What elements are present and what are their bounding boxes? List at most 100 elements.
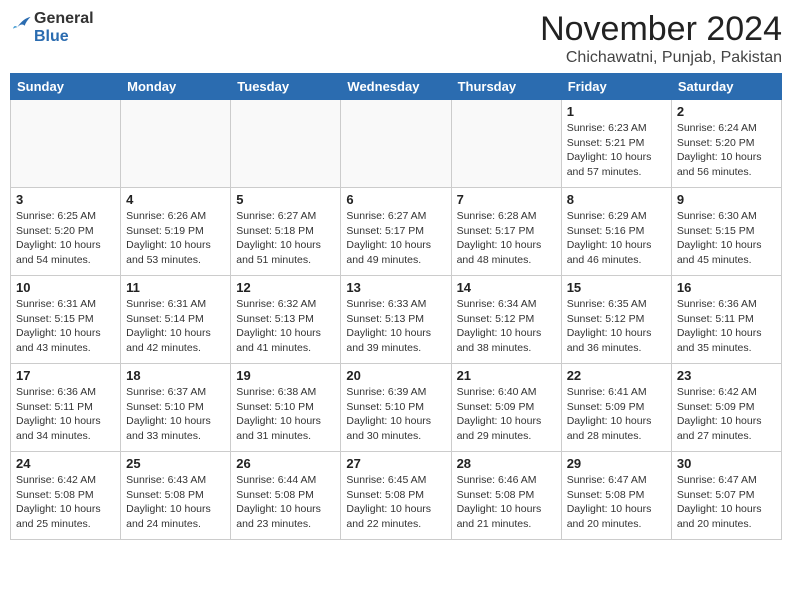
day-number: 12 [236,280,335,295]
week-row-1: 1 Sunrise: 6:23 AMSunset: 5:21 PMDaylight… [11,100,782,188]
day-info: Sunrise: 6:36 AMSunset: 5:11 PMDaylight:… [677,297,776,356]
day-info: Sunrise: 6:33 AMSunset: 5:13 PMDaylight:… [346,297,445,356]
day-info: Sunrise: 6:42 AMSunset: 5:08 PMDaylight:… [16,473,115,532]
calendar-cell: 14Sunrise: 6:34 AMSunset: 5:12 PMDayligh… [451,276,561,364]
day-number: 21 [457,368,556,383]
day-info: Sunrise: 6:35 AMSunset: 5:12 PMDaylight:… [567,297,666,356]
day-info: Sunrise: 6:31 AMSunset: 5:15 PMDaylight:… [16,297,115,356]
calendar-cell [121,100,231,188]
day-info: Sunrise: 6:45 AMSunset: 5:08 PMDaylight:… [346,473,445,532]
calendar-cell: 16 Sunrise: 6:36 AMSunset: 5:11 PMDayligh… [671,276,781,364]
calendar-cell: 18Sunrise: 6:37 AMSunset: 5:10 PMDayligh… [121,364,231,452]
calendar-cell: 2 Sunrise: 6:24 AMSunset: 5:20 PMDaylight… [671,100,781,188]
calendar-cell: 17Sunrise: 6:36 AMSunset: 5:11 PMDayligh… [11,364,121,452]
day-number: 28 [457,456,556,471]
day-info: Sunrise: 6:37 AMSunset: 5:10 PMDaylight:… [126,385,225,444]
day-number: 25 [126,456,225,471]
col-header-thursday: Thursday [451,74,561,100]
col-header-friday: Friday [561,74,671,100]
calendar-cell [11,100,121,188]
day-number: 22 [567,368,666,383]
day-info: Sunrise: 6:31 AMSunset: 5:14 PMDaylight:… [126,297,225,356]
calendar-cell: 28 Sunrise: 6:46 AMSunset: 5:08 PMDayligh… [451,452,561,540]
calendar-cell [231,100,341,188]
day-number: 20 [346,368,445,383]
day-info: Sunrise: 6:28 AMSunset: 5:17 PMDaylight:… [457,209,556,268]
calendar-cell: 8 Sunrise: 6:29 AMSunset: 5:16 PMDaylight… [561,188,671,276]
day-info: Sunrise: 6:39 AMSunset: 5:10 PMDaylight:… [346,385,445,444]
day-number: 24 [16,456,115,471]
week-row-5: 24 Sunrise: 6:42 AMSunset: 5:08 PMDayligh… [11,452,782,540]
day-info: Sunrise: 6:32 AMSunset: 5:13 PMDaylight:… [236,297,335,356]
calendar-cell [451,100,561,188]
logo-text-blue: Blue [34,28,94,46]
calendar-cell: 30 Sunrise: 6:47 AMSunset: 5:07 PMDayligh… [671,452,781,540]
day-info: Sunrise: 6:38 AMSunset: 5:10 PMDaylight:… [236,385,335,444]
calendar-cell: 12 Sunrise: 6:32 AMSunset: 5:13 PMDayligh… [231,276,341,364]
day-number: 27 [346,456,445,471]
day-info: Sunrise: 6:42 AMSunset: 5:09 PMDaylight:… [677,385,776,444]
day-number: 7 [457,192,556,207]
title-block: November 2024 Chichawatni, Punjab, Pakis… [540,10,782,67]
day-number: 26 [236,456,335,471]
calendar-cell: 15 Sunrise: 6:35 AMSunset: 5:12 PMDayligh… [561,276,671,364]
day-number: 5 [236,192,335,207]
day-number: 8 [567,192,666,207]
calendar-cell: 21 Sunrise: 6:40 AMSunset: 5:09 PMDayligh… [451,364,561,452]
location-subtitle: Chichawatni, Punjab, Pakistan [540,49,782,67]
col-header-sunday: Sunday [11,74,121,100]
day-number: 23 [677,368,776,383]
day-info: Sunrise: 6:46 AMSunset: 5:08 PMDaylight:… [457,473,556,532]
day-number: 30 [677,456,776,471]
day-number: 11 [126,280,225,295]
day-info: Sunrise: 6:23 AMSunset: 5:21 PMDaylight:… [567,121,666,180]
week-row-2: 3Sunrise: 6:25 AMSunset: 5:20 PMDaylight… [11,188,782,276]
calendar-cell: 26 Sunrise: 6:44 AMSunset: 5:08 PMDayligh… [231,452,341,540]
week-row-3: 10 Sunrise: 6:31 AMSunset: 5:15 PMDayligh… [11,276,782,364]
day-info: Sunrise: 6:30 AMSunset: 5:15 PMDaylight:… [677,209,776,268]
day-number: 6 [346,192,445,207]
calendar-cell: 9 Sunrise: 6:30 AMSunset: 5:15 PMDaylight… [671,188,781,276]
day-info: Sunrise: 6:43 AMSunset: 5:08 PMDaylight:… [126,473,225,532]
day-number: 29 [567,456,666,471]
day-info: Sunrise: 6:27 AMSunset: 5:18 PMDaylight:… [236,209,335,268]
col-header-tuesday: Tuesday [231,74,341,100]
day-number: 2 [677,104,776,119]
day-number: 1 [567,104,666,119]
day-info: Sunrise: 6:44 AMSunset: 5:08 PMDaylight:… [236,473,335,532]
day-info: Sunrise: 6:25 AMSunset: 5:20 PMDaylight:… [16,209,115,268]
day-number: 14 [457,280,556,295]
day-info: Sunrise: 6:29 AMSunset: 5:16 PMDaylight:… [567,209,666,268]
day-number: 16 [677,280,776,295]
calendar-cell: 5 Sunrise: 6:27 AMSunset: 5:18 PMDaylight… [231,188,341,276]
day-info: Sunrise: 6:47 AMSunset: 5:07 PMDaylight:… [677,473,776,532]
logo: General Blue [10,10,94,45]
day-number: 15 [567,280,666,295]
day-number: 4 [126,192,225,207]
month-title: November 2024 [540,10,782,49]
day-info: Sunrise: 6:27 AMSunset: 5:17 PMDaylight:… [346,209,445,268]
calendar-cell: 4 Sunrise: 6:26 AMSunset: 5:19 PMDaylight… [121,188,231,276]
calendar-cell: 11 Sunrise: 6:31 AMSunset: 5:14 PMDayligh… [121,276,231,364]
calendar-cell: 10 Sunrise: 6:31 AMSunset: 5:15 PMDayligh… [11,276,121,364]
day-number: 9 [677,192,776,207]
calendar-cell: 7 Sunrise: 6:28 AMSunset: 5:17 PMDaylight… [451,188,561,276]
logo-bird-icon [10,14,32,36]
calendar-cell: 29 Sunrise: 6:47 AMSunset: 5:08 PMDayligh… [561,452,671,540]
week-row-4: 17Sunrise: 6:36 AMSunset: 5:11 PMDayligh… [11,364,782,452]
calendar-cell: 1 Sunrise: 6:23 AMSunset: 5:21 PMDaylight… [561,100,671,188]
calendar-cell: 20 Sunrise: 6:39 AMSunset: 5:10 PMDayligh… [341,364,451,452]
calendar-cell: 6 Sunrise: 6:27 AMSunset: 5:17 PMDaylight… [341,188,451,276]
day-info: Sunrise: 6:24 AMSunset: 5:20 PMDaylight:… [677,121,776,180]
day-info: Sunrise: 6:40 AMSunset: 5:09 PMDaylight:… [457,385,556,444]
logo-text-general: General [34,10,94,28]
day-number: 13 [346,280,445,295]
day-info: Sunrise: 6:41 AMSunset: 5:09 PMDaylight:… [567,385,666,444]
calendar-cell: 25 Sunrise: 6:43 AMSunset: 5:08 PMDayligh… [121,452,231,540]
col-header-monday: Monday [121,74,231,100]
day-info: Sunrise: 6:26 AMSunset: 5:19 PMDaylight:… [126,209,225,268]
col-header-saturday: Saturday [671,74,781,100]
day-info: Sunrise: 6:36 AMSunset: 5:11 PMDaylight:… [16,385,115,444]
day-info: Sunrise: 6:47 AMSunset: 5:08 PMDaylight:… [567,473,666,532]
day-number: 10 [16,280,115,295]
